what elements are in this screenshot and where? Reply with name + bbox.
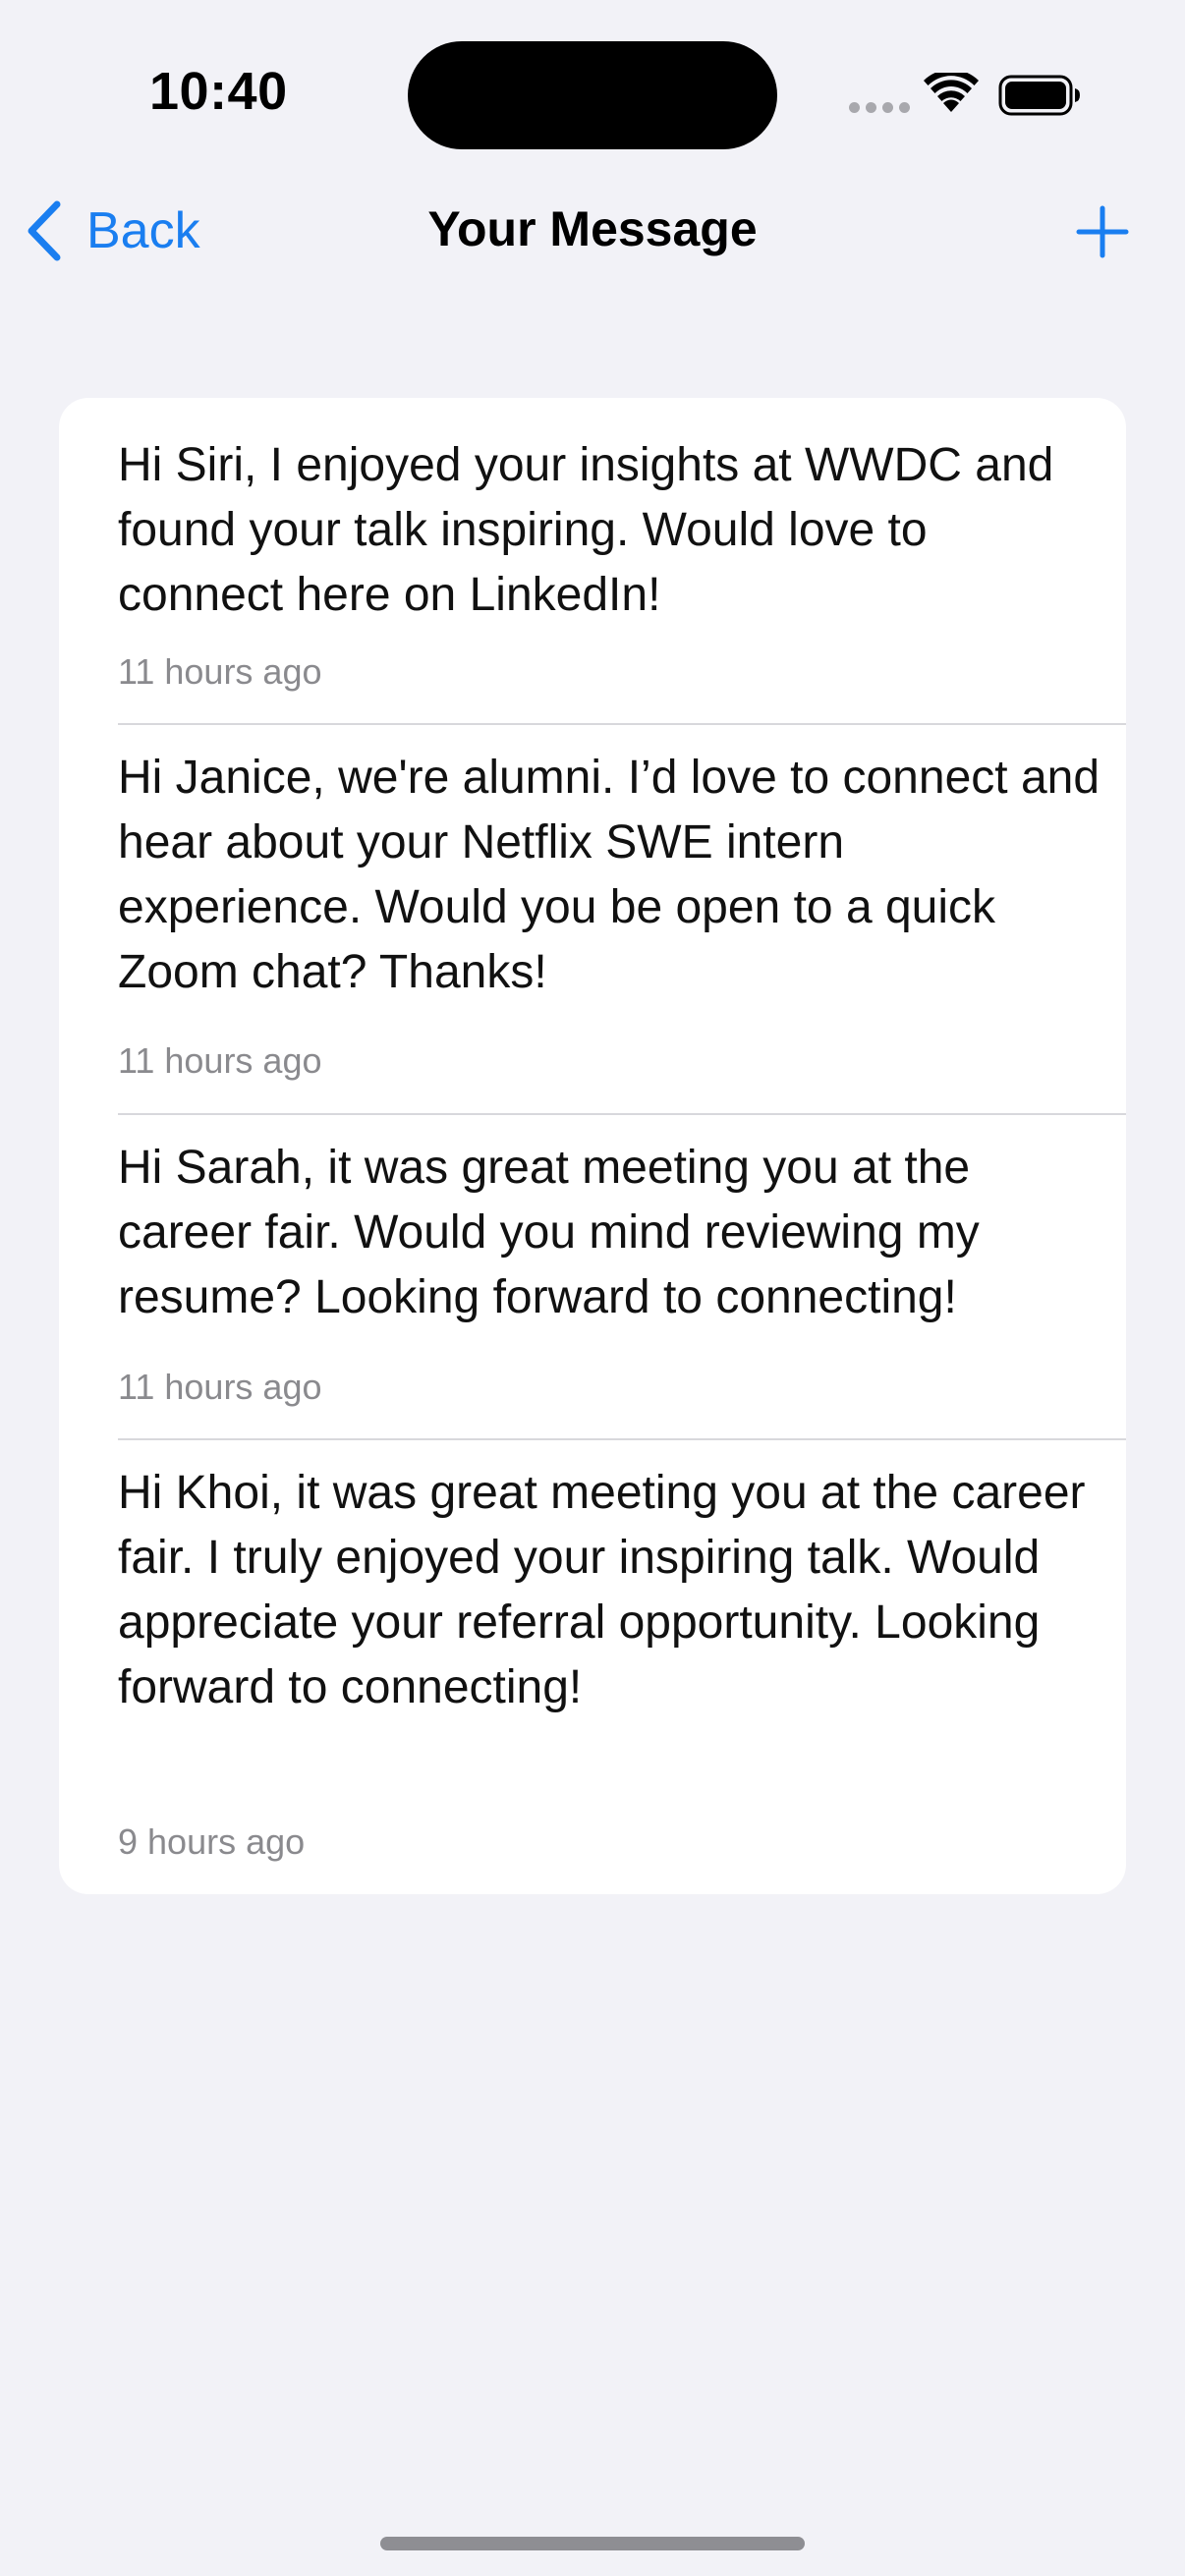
home-indicator[interactable] [380,2537,805,2550]
message-list: Hi Siri, I enjoyed your insights at WWDC… [59,398,1126,1894]
message-text: Hi Sarah, it was great meeting you at th… [118,1142,980,1323]
message-text: Hi Khoi, it was great meeting you at the… [118,1467,1086,1713]
battery-icon [998,75,1080,116]
message-timestamp: 11 hours ago [118,1040,322,1081]
message-item[interactable]: Hi Khoi, it was great meeting you at the… [59,1440,1126,1894]
cellular-signal-icon [849,102,910,113]
dynamic-island [408,41,777,149]
status-bar: 10:40 [0,0,1185,187]
message-item[interactable]: Hi Janice, we're alumni. I’d love to con… [59,725,1126,1113]
message-text: Hi Janice, we're alumni. I’d love to con… [118,752,1100,998]
message-item[interactable]: Hi Sarah, it was great meeting you at th… [59,1115,1126,1438]
page-title: Your Message [427,201,758,256]
message-text: Hi Siri, I enjoyed your insights at WWDC… [118,439,1054,621]
message-timestamp: 9 hours ago [118,1821,306,1862]
status-time: 10:40 [149,62,288,121]
add-message-button[interactable] [1075,204,1130,264]
message-timestamp: 11 hours ago [118,1367,322,1407]
message-item[interactable]: Hi Siri, I enjoyed your insights at WWDC… [59,398,1126,723]
navigation-bar: Back Your Message [0,187,1185,275]
message-timestamp: 11 hours ago [118,651,322,692]
wifi-icon [924,73,979,112]
plus-icon [1076,205,1129,258]
